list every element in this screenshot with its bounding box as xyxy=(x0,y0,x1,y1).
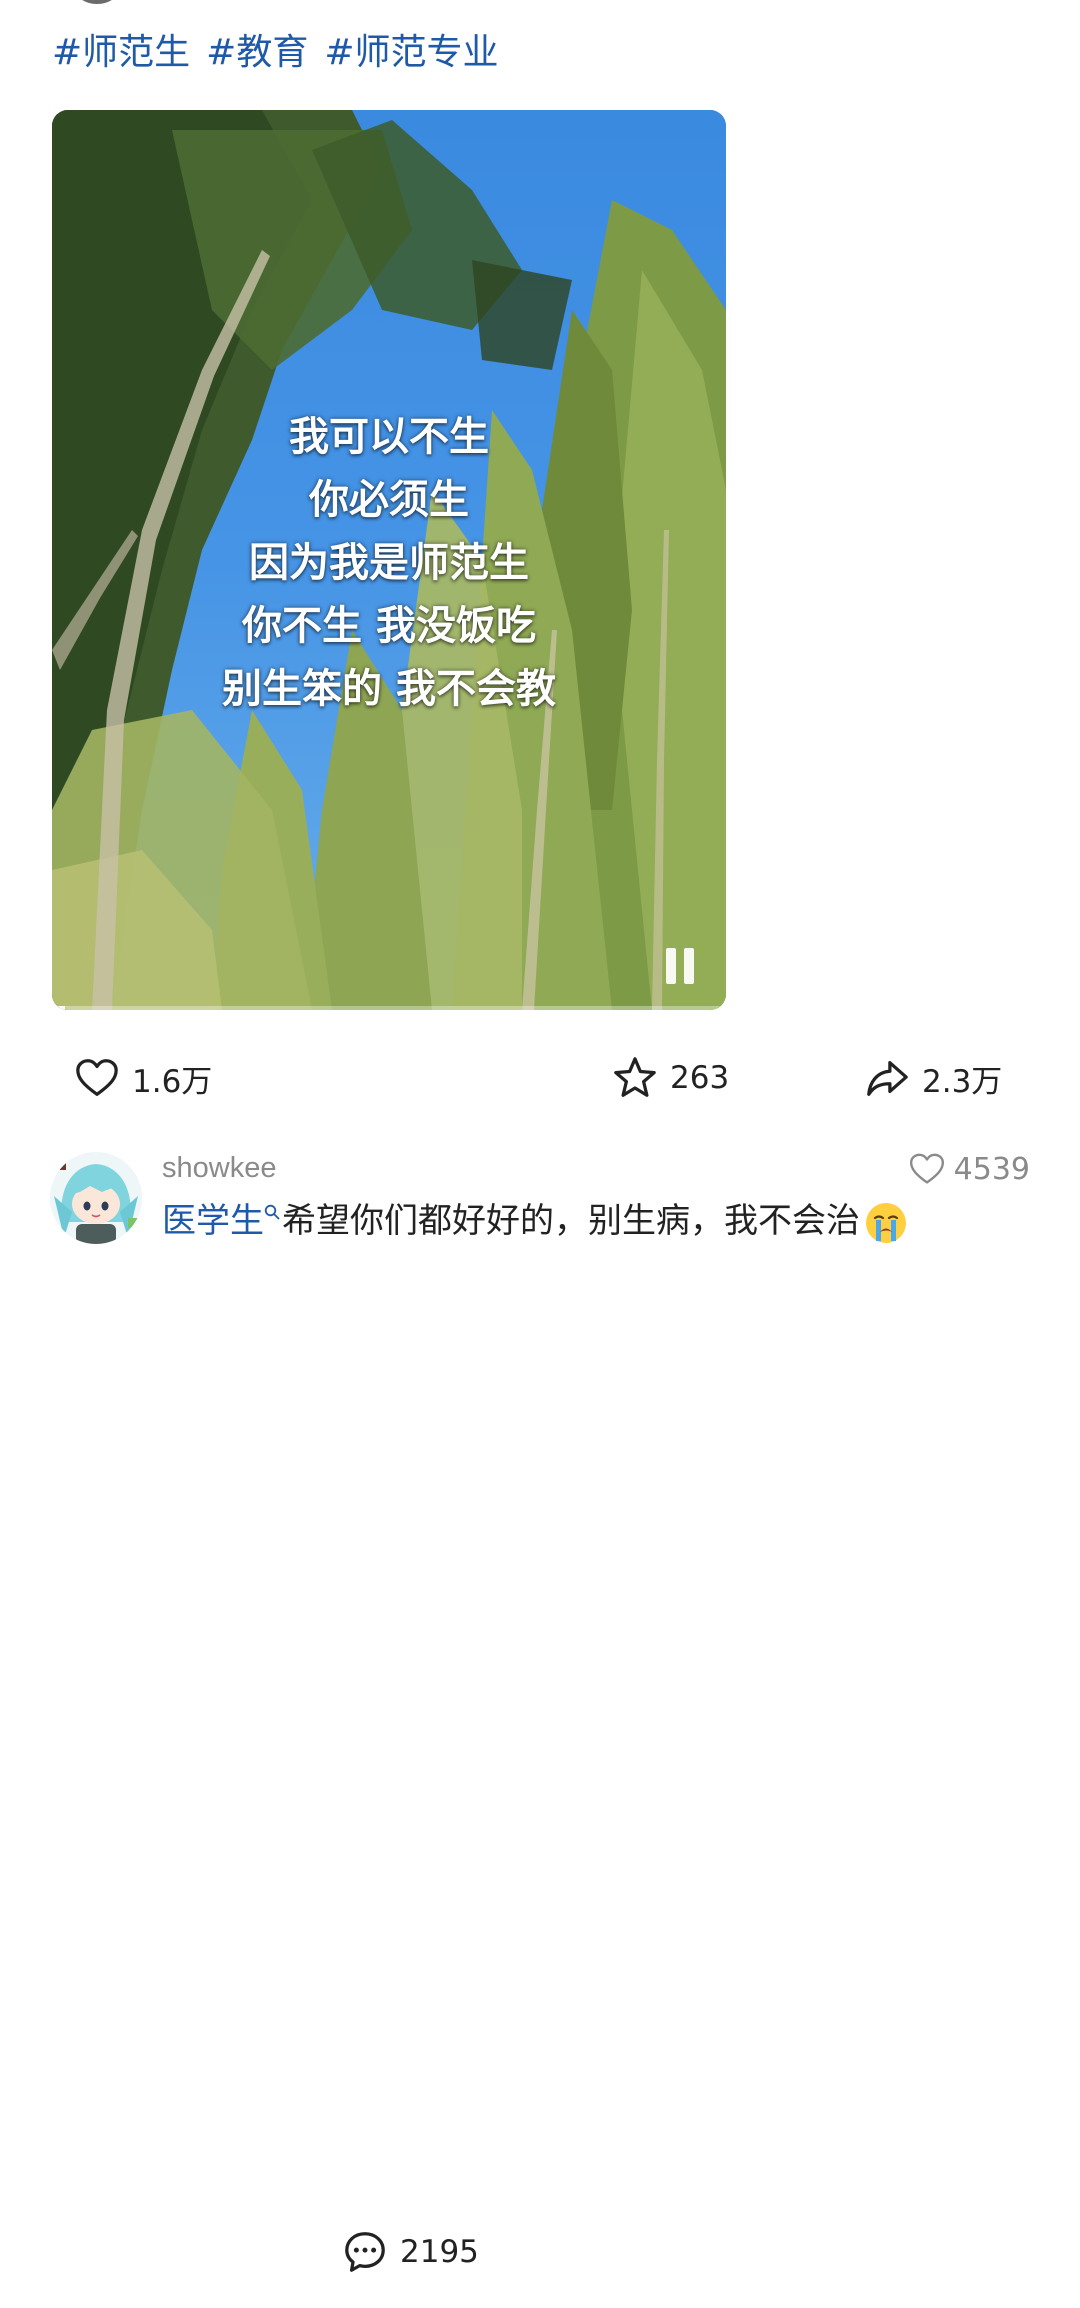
comment-bubble-icon xyxy=(345,2232,385,2272)
video-caption: 我可以不生 你必须生 因为我是师范生 你不生 我没饭吃 别生笨的 我不会教 xyxy=(52,406,726,721)
like-count: 1.6万 xyxy=(132,1063,213,1100)
comment-like-count: 4539 xyxy=(953,1151,1030,1187)
caption-line: 因为我是师范生 xyxy=(249,540,529,586)
chibi-avatar-image xyxy=(50,1152,142,1244)
video-progress-fill xyxy=(52,1006,66,1010)
star-icon xyxy=(614,1057,656,1097)
caption-line: 我可以不生 xyxy=(289,414,489,460)
favorite-button[interactable]: 263 xyxy=(612,1050,729,1106)
crying-face-emoji-icon xyxy=(866,1202,906,1243)
commenter-username[interactable]: showkee xyxy=(162,1152,276,1185)
comment-item: showkee 4539 医学生 希望你们都好好的，别生病，我不会治 xyxy=(0,1146,1080,1258)
pause-icon[interactable] xyxy=(664,948,698,984)
favorite-count: 263 xyxy=(670,1060,730,1096)
heart-icon xyxy=(909,1153,944,1184)
comment-body: 希望你们都好好的，别生病，我不会治 xyxy=(282,1201,860,1241)
share-count: 2.3万 xyxy=(922,1063,1003,1100)
hashtag-jiaoyu[interactable]: #教育 xyxy=(206,28,308,78)
search-keyword-link[interactable]: 医学生 xyxy=(162,1201,264,1241)
search-icon xyxy=(264,1204,280,1220)
share-button[interactable]: 2.3万 xyxy=(864,1050,1002,1106)
caption-line: 别生笨的 我不会教 xyxy=(222,666,556,712)
comment-count: 2195 xyxy=(400,2234,479,2270)
hashtag-shifan-zhuanye[interactable]: #师范专业 xyxy=(324,28,498,78)
video-progress-bar[interactable] xyxy=(52,1006,726,1010)
commenter-avatar[interactable] xyxy=(50,1152,142,1244)
comment-like-button[interactable]: 4539 xyxy=(908,1150,1030,1188)
caption-line: 你不生 我没饭吃 xyxy=(242,603,536,649)
comment-text: 医学生 希望你们都好好的，别生病，我不会治 xyxy=(162,1198,908,1245)
like-button[interactable]: 1.6万 xyxy=(74,1050,212,1106)
comment-button[interactable]: 2195 xyxy=(342,2196,1080,2308)
share-arrow-icon xyxy=(867,1061,908,1096)
hashtag-shifansheng[interactable]: #师范生 xyxy=(52,28,190,78)
caption-line: 你必须生 xyxy=(309,477,469,523)
hashtag-list: #师范生 #教育 #师范专业 xyxy=(52,28,499,78)
heart-icon xyxy=(76,1059,118,1096)
avatar-partial xyxy=(74,0,120,4)
video-player[interactable]: 我可以不生 你必须生 因为我是师范生 你不生 我没饭吃 别生笨的 我不会教 xyxy=(52,110,726,1010)
post-action-bar: 1.6万 2195 263 2.3万 xyxy=(0,1050,1080,2272)
